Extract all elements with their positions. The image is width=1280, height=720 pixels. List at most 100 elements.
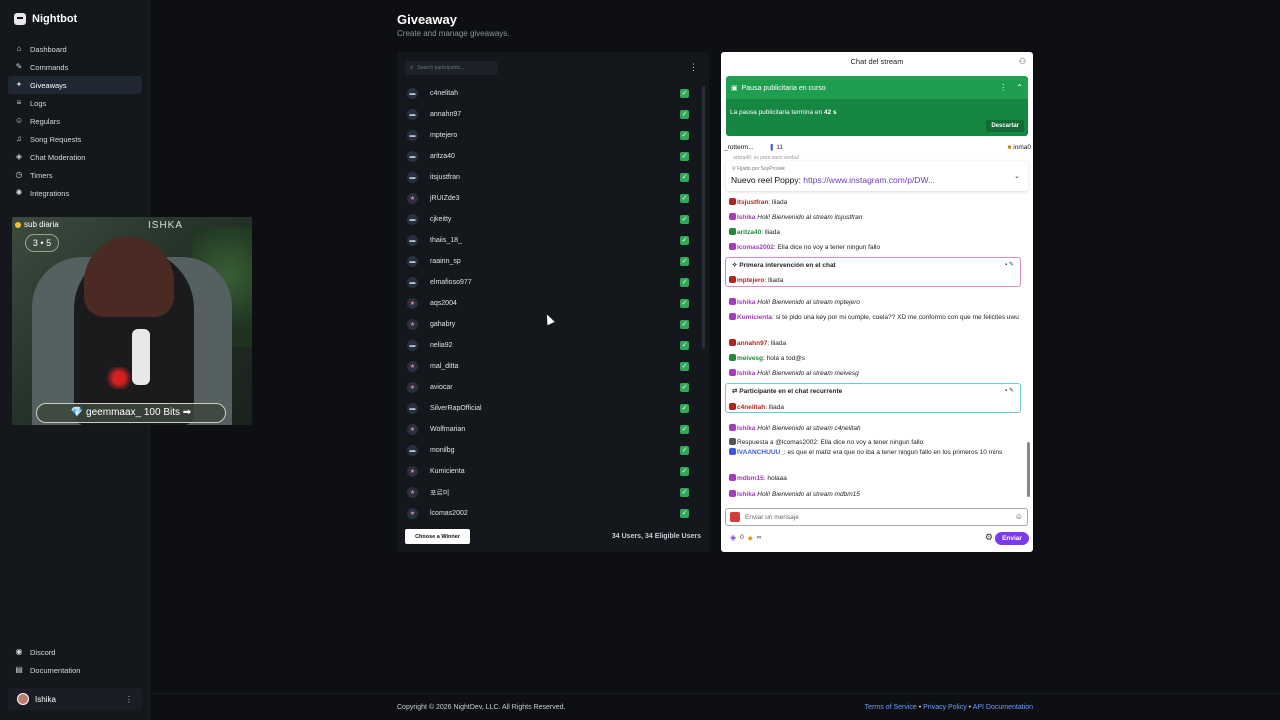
chevron-down-icon[interactable]: ⌄ bbox=[1014, 172, 1020, 180]
participant-row[interactable]: ▬ monilbg ✓ bbox=[405, 440, 697, 461]
eligible-checkbox[interactable]: ✓ bbox=[680, 383, 689, 392]
chat-username[interactable]: mptejero bbox=[737, 277, 764, 284]
eligible-checkbox[interactable]: ✓ bbox=[680, 89, 689, 98]
integrations-icon: ✺ bbox=[15, 188, 23, 197]
eligible-checkbox[interactable]: ✓ bbox=[680, 236, 689, 245]
chat-input-box[interactable]: ☺ bbox=[725, 508, 1028, 526]
participant-name: nelia92 bbox=[430, 342, 453, 349]
emoji-icon[interactable]: ☺ bbox=[1015, 512, 1023, 521]
eligible-checkbox[interactable]: ✓ bbox=[680, 173, 689, 182]
eligible-checkbox[interactable]: ✓ bbox=[680, 278, 689, 287]
brand[interactable]: Nightbot bbox=[14, 13, 77, 25]
chat-username[interactable]: Ishika bbox=[737, 299, 755, 306]
participant-row[interactable]: ▬ thaiis_18_ ✓ bbox=[405, 230, 697, 251]
pinned-message[interactable]: aritza40: es para sacó verdad ⚲ Fijado p… bbox=[726, 155, 1028, 191]
chat-username[interactable]: itsjustfran bbox=[737, 199, 768, 206]
dismiss-button[interactable]: Descartar bbox=[986, 120, 1024, 132]
sidebar-item-timers[interactable]: ◷ Timers bbox=[8, 166, 142, 184]
participant-row[interactable]: ★ aviocar ✓ bbox=[405, 377, 697, 398]
eligible-checkbox[interactable]: ✓ bbox=[680, 467, 689, 476]
participant-row[interactable]: ▬ mptejero ✓ bbox=[405, 125, 697, 146]
chat-username[interactable]: c4nelitah bbox=[737, 404, 765, 411]
participant-row[interactable]: ▬ elmafioso977 ✓ bbox=[405, 272, 697, 293]
chat-username[interactable]: annahn97 bbox=[737, 340, 767, 347]
choose-winner-button[interactable]: Choose a Winner bbox=[405, 529, 470, 544]
eligible-checkbox[interactable]: ✓ bbox=[680, 215, 689, 224]
user-menu[interactable]: Ishika ⋮ bbox=[8, 688, 142, 710]
chat-username[interactable]: IVAANCHUUU_ bbox=[737, 449, 784, 456]
eligible-checkbox[interactable]: ✓ bbox=[680, 194, 689, 203]
participant-row[interactable]: ▬ aritza40 ✓ bbox=[405, 146, 697, 167]
participant-row[interactable]: ▬ itsjustfran ✓ bbox=[405, 167, 697, 188]
api-docs-link[interactable]: API Documentation bbox=[973, 704, 1033, 711]
participant-row[interactable]: ★ lcomas2002 ✓ bbox=[405, 503, 697, 524]
sidebar-item-commands[interactable]: ✎ Commands bbox=[8, 58, 142, 76]
participant-row[interactable]: ★ jRUIZde3 ✓ bbox=[405, 188, 697, 209]
chat-username[interactable]: mdbm15 bbox=[737, 475, 764, 482]
eligible-checkbox[interactable]: ✓ bbox=[680, 299, 689, 308]
chat-username[interactable]: lcomas2002 bbox=[737, 244, 774, 251]
sidebar-item-song-requests[interactable]: ♫ Song Requests bbox=[8, 130, 142, 148]
participant-row[interactable]: ▬ nelia92 ✓ bbox=[405, 335, 697, 356]
participant-row[interactable]: ▬ annahn97 ✓ bbox=[405, 104, 697, 125]
eligible-checkbox[interactable]: ✓ bbox=[680, 152, 689, 161]
options-kebab-icon[interactable]: ⋮ bbox=[689, 63, 698, 72]
sidebar-item-documentation[interactable]: ▤ Documentation bbox=[8, 661, 142, 679]
kebab-menu-icon[interactable]: ⋮ bbox=[125, 695, 133, 704]
chat-username[interactable]: Ishika bbox=[737, 214, 755, 221]
pinned-link[interactable]: https://www.instagram.com/p/DW... bbox=[803, 175, 935, 185]
participant-row[interactable]: ▬ raainn_sp ✓ bbox=[405, 251, 697, 272]
terms-link[interactable]: Terms of Service bbox=[865, 704, 917, 711]
sidebar-item-integrations[interactable]: ✺ Integrations bbox=[8, 184, 142, 202]
settings-gear-icon[interactable]: ⚙ bbox=[985, 532, 993, 543]
user-list-icon[interactable]: ⚇ bbox=[1019, 57, 1026, 66]
sidebar-item-giveaways[interactable]: ✦ Giveaways bbox=[8, 76, 142, 94]
chevron-up-icon[interactable]: ⌃ bbox=[1016, 83, 1023, 92]
participant-row[interactable]: ▬ SilverRapOfficial ✓ bbox=[405, 398, 697, 419]
eligible-checkbox[interactable]: ✓ bbox=[680, 488, 689, 497]
privacy-link[interactable]: Privacy Policy bbox=[923, 704, 967, 711]
eligible-checkbox[interactable]: ✓ bbox=[680, 110, 689, 119]
chat-input[interactable] bbox=[745, 511, 995, 523]
eligible-checkbox[interactable]: ✓ bbox=[680, 320, 689, 329]
eligible-checkbox[interactable]: ✓ bbox=[680, 257, 689, 266]
sidebar-item-logs[interactable]: ≡ Logs bbox=[8, 94, 142, 112]
eligible-checkbox[interactable]: ✓ bbox=[680, 404, 689, 413]
send-button[interactable]: Enviar bbox=[995, 532, 1029, 545]
eligible-checkbox[interactable]: ✓ bbox=[680, 341, 689, 350]
participant-row[interactable]: ▬ cjkeitty ✓ bbox=[405, 209, 697, 230]
participant-row[interactable]: ★ 포르미 ✓ bbox=[405, 482, 697, 503]
eligible-checkbox[interactable]: ✓ bbox=[680, 362, 689, 371]
chat-username[interactable]: Ishika bbox=[737, 491, 755, 498]
participant-row[interactable]: ★ aqs2004 ✓ bbox=[405, 293, 697, 314]
sidebar-item-discord[interactable]: ◉ Discord bbox=[8, 643, 142, 661]
eligible-checkbox[interactable]: ✓ bbox=[680, 446, 689, 455]
sidebar-item-chat-moderation[interactable]: ◈ Chat Moderation bbox=[8, 148, 142, 166]
chat-username[interactable]: Ishika bbox=[737, 425, 755, 432]
eligible-checkbox[interactable]: ✓ bbox=[680, 425, 689, 434]
eligible-checkbox[interactable]: ✓ bbox=[680, 509, 689, 518]
ad-kebab-icon[interactable]: ⋮ bbox=[999, 83, 1007, 92]
users-icon: ☺ bbox=[15, 116, 24, 125]
search-input[interactable] bbox=[417, 65, 498, 71]
bits-icon[interactable]: ◆ bbox=[748, 534, 753, 542]
sidebar-item-regulars[interactable]: ☺ Regulars bbox=[8, 112, 142, 130]
participant-name: gahabry bbox=[430, 321, 456, 328]
chat-username[interactable]: Ishika bbox=[737, 370, 755, 377]
sidebar-item-dashboard[interactable]: ⌂ Dashboard bbox=[8, 40, 142, 58]
chat-username[interactable]: meivesg bbox=[737, 355, 763, 362]
chat-username[interactable]: Kumicienta bbox=[737, 314, 772, 321]
channel-points-icon[interactable]: ◈ bbox=[730, 533, 736, 542]
participant-row[interactable]: ★ mal_ditta ✓ bbox=[405, 356, 697, 377]
eligible-checkbox[interactable]: ✓ bbox=[680, 131, 689, 140]
chat-text: : lliada bbox=[764, 277, 784, 284]
participant-row[interactable]: ▬ c4nelitah ✓ bbox=[405, 83, 697, 104]
search-box[interactable]: ⌕ bbox=[405, 61, 498, 75]
participant-row[interactable]: ★ Kumicienta ✓ bbox=[405, 461, 697, 482]
card-actions-icon[interactable]: ▪ ✎ bbox=[1005, 261, 1014, 268]
card-actions-icon[interactable]: ▪ ✎ bbox=[1005, 387, 1014, 394]
participant-scrollbar[interactable] bbox=[702, 86, 705, 348]
participant-row[interactable]: ★ Wolfmarian ✓ bbox=[405, 419, 697, 440]
chat-username[interactable]: aritza40 bbox=[737, 229, 761, 236]
chat-scrollbar[interactable] bbox=[1027, 442, 1030, 497]
